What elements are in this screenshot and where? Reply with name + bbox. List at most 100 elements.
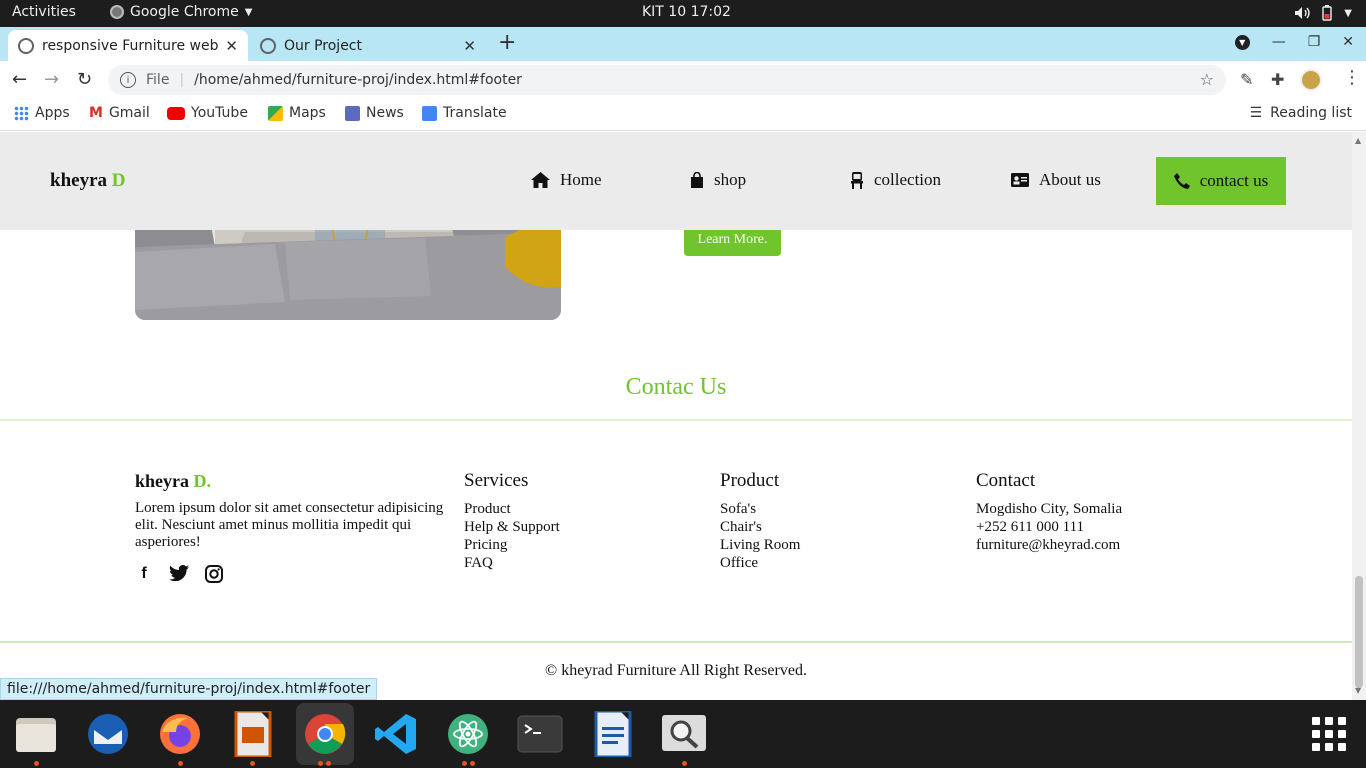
new-tab-button[interactable]: + [498,32,516,54]
footer-contact: Contact Mogdisho City, Somalia +252 611 … [976,471,1123,554]
back-arrow-icon[interactable]: ← [12,69,27,90]
caret-down-icon: ▼ [244,6,253,18]
running-indicator [34,761,39,766]
footer-link-sofas[interactable]: Sofa's [720,500,800,518]
bookmarks-bar: Apps M Gmail YouTube Maps News Translate… [0,99,1366,131]
tab-furniture[interactable]: responsive Furniture web ✕ [8,30,248,61]
nav-label: Home [560,170,602,189]
address-bar[interactable]: i File | /home/ahmed/furniture-proj/inde… [108,65,1226,95]
bookmark-gmail[interactable]: M Gmail [89,105,150,121]
nav-label: About us [1039,170,1101,189]
footer-brand: kheyra D. [135,472,447,490]
close-icon[interactable]: ✕ [225,37,238,55]
shopping-bag-icon [691,171,703,188]
home-icon [531,172,550,188]
translate-icon [422,105,437,121]
tab-strip: responsive Furniture web ✕ Our Project ✕ [0,27,1366,61]
id-card-icon [1011,173,1029,187]
tab-search-icon[interactable]: ▼ [1234,34,1250,50]
close-icon[interactable]: ✕ [463,37,476,55]
terminal-icon [517,715,563,753]
window-controls: ▼ — ❐ ✕ [1234,34,1354,50]
eyedropper-icon[interactable]: ✎ [1240,70,1253,89]
battery-icon [1322,5,1332,21]
footer-link-living-room[interactable]: Living Room [720,536,800,554]
dock-terminal[interactable] [516,710,564,758]
tab-title: Our Project [284,37,362,54]
minimize-icon[interactable]: — [1272,34,1286,50]
dock-image-viewer[interactable] [660,710,708,758]
image-viewer-icon [662,715,706,751]
dock-writer[interactable] [588,710,636,758]
nav-label: collection [874,170,942,189]
bookmark-youtube[interactable]: YouTube [167,105,248,121]
dock-thunderbird[interactable] [84,710,132,758]
footer-link-faq[interactable]: FAQ [464,554,560,572]
show-applications-icon[interactable] [1312,717,1346,751]
footer-link-product[interactable]: Product [464,500,560,518]
forward-arrow-icon[interactable]: → [44,69,59,90]
close-window-icon[interactable]: ✕ [1342,34,1354,50]
nav-collection[interactable]: collection [850,170,941,190]
url-separator: | [179,72,185,88]
footer-link-chairs[interactable]: Chair's [720,518,800,536]
logo-text: kheyra [50,170,107,191]
twitter-icon[interactable] [169,565,189,581]
footer-link-pricing[interactable]: Pricing [464,536,560,554]
facebook-icon[interactable]: f [135,565,153,583]
footer-link-help[interactable]: Help & Support [464,518,560,536]
clock[interactable]: KIT 10 17:02 [642,4,731,20]
footer-address: Mogdisho City, Somalia [976,501,1123,517]
nav-home[interactable]: Home [531,170,602,190]
activities-button[interactable]: Activities [12,4,76,20]
avatar[interactable] [1300,69,1322,91]
running-indicator [462,761,467,766]
firefox-icon [160,714,200,754]
dock-chrome[interactable] [296,703,354,765]
bookmark-news[interactable]: News [345,105,404,121]
scrollbar-thumb[interactable] [1355,576,1363,688]
dock-firefox[interactable] [156,710,204,758]
bookmark-label: Translate [443,105,507,121]
app-menu[interactable]: Google Chrome ▼ [110,4,252,20]
scroll-down-icon[interactable]: ▼ [1355,686,1361,695]
bookmark-apps[interactable]: Apps [14,105,70,121]
reload-icon[interactable]: ↻ [77,69,92,90]
status-bubble: file:///home/ahmed/furniture-proj/index.… [0,678,378,700]
footer-services: Services Product Help & Support Pricing … [464,471,560,572]
running-indicator [682,761,687,766]
chrome-icon [110,5,124,19]
footer-product-title: Product [720,470,780,491]
contact-us-button[interactable]: contact us [1156,157,1286,205]
social-links: f [135,565,447,583]
dock-vscode[interactable] [372,710,420,758]
page-scrollbar[interactable]: ▲ ▼ [1352,132,1366,700]
nav-shop[interactable]: shop [690,170,746,190]
instagram-icon[interactable] [205,565,223,583]
url-text[interactable]: /home/ahmed/furniture-proj/index.html#fo… [194,72,522,88]
reading-list-button[interactable]: ☰ Reading list [1250,105,1352,121]
restore-icon[interactable]: ❐ [1308,34,1321,50]
site-logo[interactable]: kheyra D [50,170,125,192]
tab-our-project[interactable]: Our Project ✕ [250,30,486,61]
nav-about[interactable]: About us [1011,170,1101,190]
bookmark-label: Gmail [108,105,150,121]
caret-down-icon: ▼ [1344,7,1352,19]
volume-icon [1295,7,1310,19]
chair-icon [851,171,863,189]
menu-kebab-icon[interactable]: ⋮ [1343,67,1361,88]
dock-impress[interactable] [228,710,276,758]
bookmark-label: News [366,105,404,121]
dock [0,700,1366,768]
extensions-icon[interactable]: ✚ [1271,70,1284,89]
bookmark-star-icon[interactable]: ☆ [1200,70,1214,89]
dock-files[interactable] [12,710,60,758]
system-tray[interactable]: ▼ [1294,5,1352,21]
scroll-up-icon[interactable]: ▲ [1355,136,1361,145]
browser-toolbar: ← → ↻ i File | /home/ahmed/furniture-pro… [0,61,1366,99]
footer-link-office[interactable]: Office [720,554,800,572]
bookmark-translate[interactable]: Translate [422,105,507,121]
bookmark-maps[interactable]: Maps [268,105,326,121]
info-icon[interactable]: i [120,72,136,88]
dock-atom[interactable] [444,710,492,758]
